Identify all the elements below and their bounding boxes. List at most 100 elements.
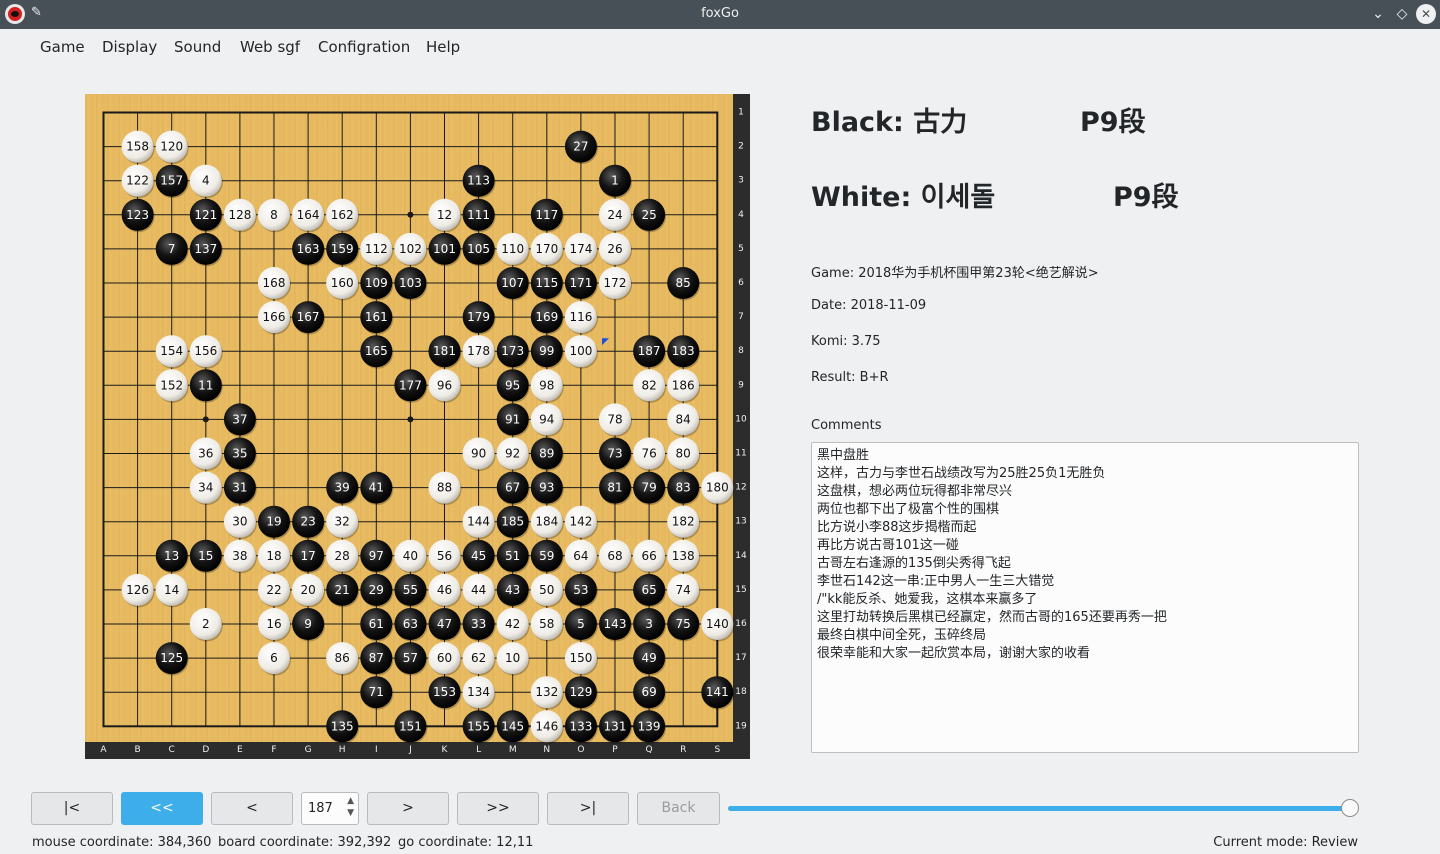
black-stone[interactable]: 153 [428,676,462,710]
black-stone[interactable]: 131 [599,710,632,744]
white-stone[interactable]: 164 [292,198,326,233]
white-stone[interactable]: 180 [701,471,735,506]
black-stone[interactable]: 93 [530,471,564,506]
white-stone[interactable]: 158 [121,130,155,165]
black-stone[interactable]: 161 [360,301,394,335]
white-stone[interactable]: 80 [667,437,701,472]
black-stone[interactable]: 167 [292,301,326,335]
black-stone[interactable]: 11 [189,369,223,403]
white-stone[interactable]: 110 [496,232,530,267]
minimize-icon[interactable]: ⌄ [1368,4,1388,24]
maximize-icon[interactable]: ◇ [1392,4,1412,24]
black-stone[interactable]: 59 [530,539,564,574]
black-stone[interactable]: 75 [667,608,701,642]
black-stone[interactable]: 29 [360,573,394,608]
white-stone[interactable]: 30 [223,505,257,540]
black-stone[interactable]: 109 [360,267,394,301]
black-stone[interactable]: 113 [462,164,496,199]
black-stone[interactable]: 81 [599,471,632,506]
white-stone[interactable]: 36 [189,437,223,472]
white-stone[interactable]: 64 [564,539,598,574]
white-stone[interactable]: 20 [292,573,326,608]
black-stone[interactable]: 7 [155,232,189,267]
black-stone[interactable]: 61 [360,608,394,642]
black-stone[interactable]: 43 [496,573,530,608]
black-stone[interactable]: 111 [462,198,496,233]
black-stone[interactable]: 41 [360,471,394,506]
black-stone[interactable]: 163 [292,232,326,267]
white-stone[interactable]: 94 [530,403,564,437]
black-stone[interactable]: 85 [667,267,701,301]
white-stone[interactable]: 58 [530,608,564,642]
black-stone[interactable]: 53 [564,573,598,608]
move-number-spinbox[interactable]: 187 ▲ ▼ [301,792,359,825]
move-number-value[interactable]: 187 [308,801,333,816]
black-stone[interactable]: 157 [155,164,189,199]
white-stone[interactable]: 144 [462,505,496,540]
black-stone[interactable]: 135 [326,710,360,744]
white-stone[interactable]: 50 [530,573,564,608]
black-stone[interactable]: 181 [428,335,462,369]
white-stone[interactable]: 152 [155,369,189,403]
white-stone[interactable]: 4 [189,164,223,199]
black-stone[interactable]: 9 [292,608,326,642]
white-stone[interactable]: 28 [326,539,360,574]
white-stone[interactable]: 24 [599,198,632,233]
black-stone[interactable]: 23 [292,505,326,540]
white-stone[interactable]: 156 [189,335,223,369]
menu-game[interactable]: Game [40,38,85,56]
menu-configration[interactable]: Configration [318,38,410,56]
black-stone[interactable]: 79 [633,471,667,506]
white-stone[interactable]: 128 [223,198,257,233]
white-stone[interactable]: 138 [667,539,701,574]
black-stone[interactable]: 63 [394,608,428,642]
first-move-button[interactable]: |< [31,792,113,825]
white-stone[interactable]: 92 [496,437,530,472]
white-stone[interactable]: 88 [428,471,462,506]
black-stone[interactable]: 45 [462,539,496,574]
fast-forward-button[interactable]: >> [457,792,539,825]
white-stone[interactable]: 134 [462,676,496,710]
white-stone[interactable]: 26 [599,232,632,267]
black-stone[interactable]: 37 [223,403,257,437]
white-stone[interactable]: 166 [258,301,291,335]
white-stone[interactable]: 84 [667,403,701,437]
white-stone[interactable]: 78 [599,403,632,437]
white-stone[interactable]: 122 [121,164,155,199]
white-stone[interactable]: 174 [564,232,598,267]
black-stone[interactable]: 177 [394,369,428,403]
white-stone[interactable]: 120 [155,130,189,165]
white-stone[interactable]: 68 [599,539,632,574]
white-stone[interactable]: 62 [462,642,496,676]
black-stone[interactable]: 19 [258,505,291,540]
white-stone[interactable]: 150 [564,642,598,676]
go-board-canvas[interactable]: A B C D E F G H I J K L M N O P Q R S123456789101112131415… [85,94,750,759]
white-stone[interactable]: 112 [360,232,394,267]
black-stone[interactable]: 95 [496,369,530,403]
black-stone[interactable]: 105 [462,232,496,267]
white-stone[interactable]: 2 [189,608,223,642]
black-stone[interactable]: 97 [360,539,394,574]
white-stone[interactable]: 22 [258,573,291,608]
black-stone[interactable]: 87 [360,642,394,676]
white-stone[interactable]: 116 [564,301,598,335]
white-stone[interactable]: 14 [155,573,189,608]
white-stone[interactable]: 168 [258,267,291,301]
black-stone[interactable]: 31 [223,471,257,506]
black-stone[interactable]: 121 [189,198,223,233]
last-move-button[interactable]: >| [547,792,629,825]
white-stone[interactable]: 18 [258,539,291,574]
black-stone[interactable]: 3 [633,608,667,642]
black-stone[interactable]: 169 [530,301,564,335]
white-stone[interactable]: 100 [564,335,598,369]
black-stone[interactable]: 185 [496,505,530,540]
white-stone[interactable]: 98 [530,369,564,403]
white-stone[interactable]: 160 [326,267,360,301]
black-stone[interactable]: 25 [633,198,667,233]
fast-back-button[interactable]: << [121,792,203,825]
black-stone[interactable]: 125 [155,642,189,676]
white-stone[interactable]: 102 [394,232,428,267]
black-stone[interactable]: 67 [496,471,530,506]
spin-down-icon[interactable]: ▼ [347,808,354,818]
black-stone[interactable]: 1 [599,164,632,199]
